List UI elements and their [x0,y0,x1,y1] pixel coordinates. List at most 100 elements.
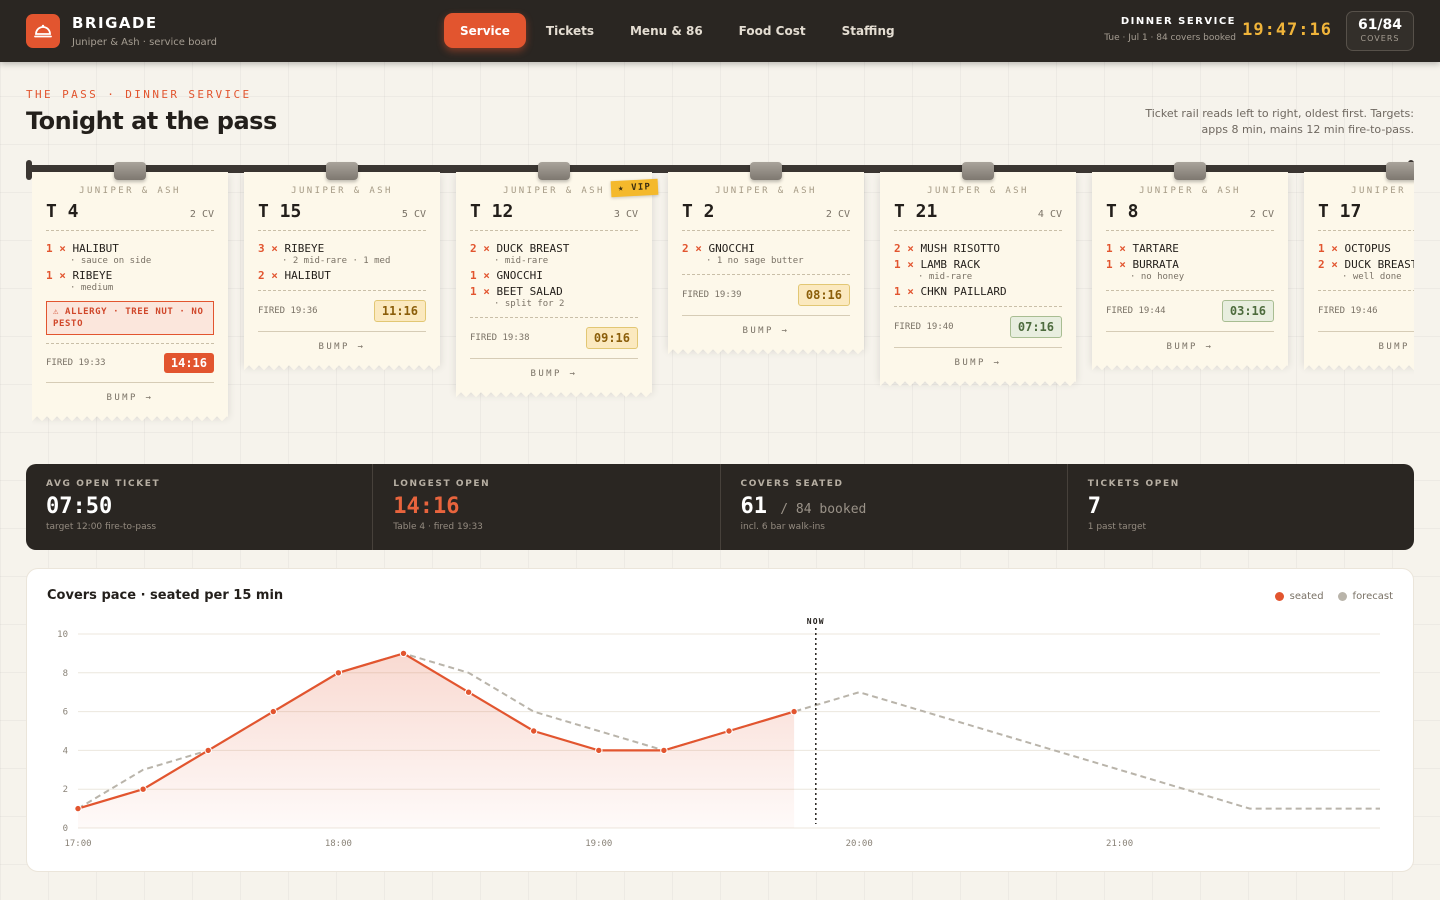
bump-button[interactable]: BUMP → [258,332,426,364]
ticket-timer: 09:16 [585,327,638,349]
bump-button[interactable]: BUMP → [46,383,214,415]
item-name: LAMB RACK [920,258,981,271]
ticket-card[interactable]: JUNIPER & ASH T 82 CV 1 × TARTARE 1 × BURRA… [1092,162,1288,371]
seated-point [269,707,278,716]
ticket-item: 2 × DUCK BREAST [1318,258,1414,271]
covers-counter: 61/84 COVERS [1346,11,1414,51]
ticket-head: T 21 4 CV [894,201,1062,231]
ticket-covers: 4 CV [1037,209,1062,220]
stat-sub: 1 past target [1087,522,1147,532]
ticket-covers: 2 CV [189,209,214,220]
ticket-covers: 3 CV [613,209,638,220]
x-tick-label: 18:00 [325,839,352,849]
ticket-card[interactable]: JUNIPER & ASH T 4 2 CV 1 × HALIBUT · sauce o… [32,162,228,422]
brand-logo[interactable] [26,14,60,48]
ticket-timer: 07:16 [1009,316,1062,338]
page-kicker: THE PASS · DINNER SERVICE [26,88,252,101]
bump-button[interactable]: BUMP → [1318,332,1414,364]
item-name: BURRATA [1132,258,1179,271]
item-qty: 1 × [470,285,490,298]
item-name: DUCK BREAST [1344,258,1415,271]
y-tick-label: 6 [63,708,68,718]
ticket-fired-time: FIRED 19:36 [258,306,318,316]
covers-value: 61/84 [1357,17,1403,33]
ticket-fired-row: FIRED 19:33 14:16 [46,344,214,383]
ticket-card[interactable]: JUNIPER & ASH T 2 2 CV 2 × GNOCCHI · 1 no sa… [668,162,864,355]
ticket-fired-row: FIRED 19:38 09:16 [470,318,638,359]
item-qty: 2 × [258,269,278,282]
ticket-house: JUNIPER & ASH [291,186,393,196]
item-name: GNOCCHI [496,269,543,282]
ticket-items: 1 × TARTARE 1 × BURRATA · no honey [1106,231,1274,291]
y-tick-label: 10 [57,630,68,640]
item-qty: 3 × [258,242,278,255]
ticket-fired-time: FIRED 19:33 [46,358,106,368]
ticket-house: JUNIPER & ASH [1351,186,1414,196]
ticket-fired-row: FIRED 19:44 03:16 [1106,291,1274,332]
item-qty: 1 × [1106,242,1126,255]
bump-button[interactable]: BUMP → [470,359,638,391]
item-qty: 1 × [46,269,66,282]
item-qty: 1 × [894,258,914,271]
item-qty: 2 × [682,242,702,255]
ticket-house: JUNIPER & ASH [927,186,1029,196]
ticket-covers: 2 CV [1249,209,1274,220]
ticket-clip [962,162,994,180]
nav-menu-86[interactable]: Menu & 86 [614,13,719,48]
ticket-fired-time: FIRED 19:40 [894,322,954,332]
stat-longest-open: LONGEST OPEN 14:16 Table 4 · fired 19:33 [373,464,721,550]
item-modifier: · mid-rare [494,256,549,266]
ticket-items: 2 × DUCK BREAST · mid-rare 1 × GNOCCHI 1 × … [470,231,638,318]
ticket-card[interactable]: ★ VIP JUNIPER & ASH T 12 3 CV 2 × DUCK BREAS… [456,162,659,398]
ticket-item: 1 × TARTARE [1106,242,1274,255]
stats-bar: AVG OPEN TICKET 07:50 target 12:00 fire-… [26,464,1414,550]
nav-food-cost[interactable]: Food Cost [723,13,822,48]
stat-covers-seated: COVERS SEATED 61 / 84 booked incl. 6 bar… [721,464,1068,550]
nav-staffing[interactable]: Staffing [826,13,911,48]
ticket-card[interactable]: JUNIPER & ASH T 15 5 CV 3 × RIBEYE · 2 mid-r… [244,162,440,371]
stat-tickets-open: TICKETS OPEN 7 1 past target [1068,464,1414,550]
item-name: TARTARE [1132,242,1179,255]
y-tick-label: 4 [63,746,68,756]
ticket-head: T 2 2 CV [682,201,850,231]
ticket-table: T 21 [894,201,938,222]
vip-badge: ★ VIP [610,178,659,198]
seated-area [78,653,795,828]
item-name: CHKN PAILLARD [920,285,1007,298]
ticket-item: 2 × HALIBUT [258,269,426,282]
ticket-card[interactable]: JUNIPER & ASH T 173 CV 1 × OCTOPUS 2 × DUCK… [1304,162,1414,371]
nav-service[interactable]: Service [444,13,526,48]
brand-subtitle: Juniper & Ash · service board [72,37,217,48]
item-name: HALIBUT [284,269,331,282]
ticket-covers: 2 CV [825,209,850,220]
main-nav: Service Tickets Menu & 86 Food Cost Staf… [444,13,911,48]
ticket-clip [114,162,146,180]
seated-point [790,707,798,716]
ticket-item: 1 × LAMB RACK [894,258,1062,271]
bump-button[interactable]: BUMP → [1106,332,1274,364]
bump-button[interactable]: BUMP → [682,316,850,348]
ticket-item: 2 × DUCK BREAST [470,242,638,255]
bump-button[interactable]: BUMP → [894,348,1062,380]
nav-tickets[interactable]: Tickets [530,13,610,48]
item-name: BEET SALAD [496,285,563,298]
item-name: GNOCCHI [708,242,755,255]
item-modifier: · 2 mid-rare · 1 med [282,256,391,266]
ticket-head: T 8 2 CV [1106,201,1274,231]
ticket-rail-viewport[interactable]: JUNIPER & ASH T 42 CV 1 × HALIBUT · sauce o… [32,160,1414,460]
item-qty: 2 × [1318,258,1338,271]
ticket-fired-time: FIRED 19:44 [1106,306,1166,316]
service-clock: 19:47:16 [1242,20,1332,40]
ticket-head: T 15 5 CV [258,201,426,231]
x-tick-label: 19:00 [585,839,612,849]
ticket-item: 3 × RIBEYE [258,242,426,255]
rail-help-text: Ticket rail reads left to right, oldest … [1145,107,1414,136]
ticket-item: 1 × HALIBUT [46,242,214,255]
ticket-covers: 5 CV [401,209,426,220]
ticket-items: 1 × HALIBUT · sauce on side 1 × RIBEYE · me… [46,231,214,344]
stat-label: COVERS SEATED [740,479,844,489]
page-title: Tonight at the pass [26,107,277,135]
ticket-fired-time: FIRED 19:39 [682,290,742,300]
ticket-card[interactable]: JUNIPER & ASH T 21 4 CV 2 × MUSH RISOTTO 1 ×… [880,162,1076,387]
x-tick-label: 17:00 [64,839,91,849]
